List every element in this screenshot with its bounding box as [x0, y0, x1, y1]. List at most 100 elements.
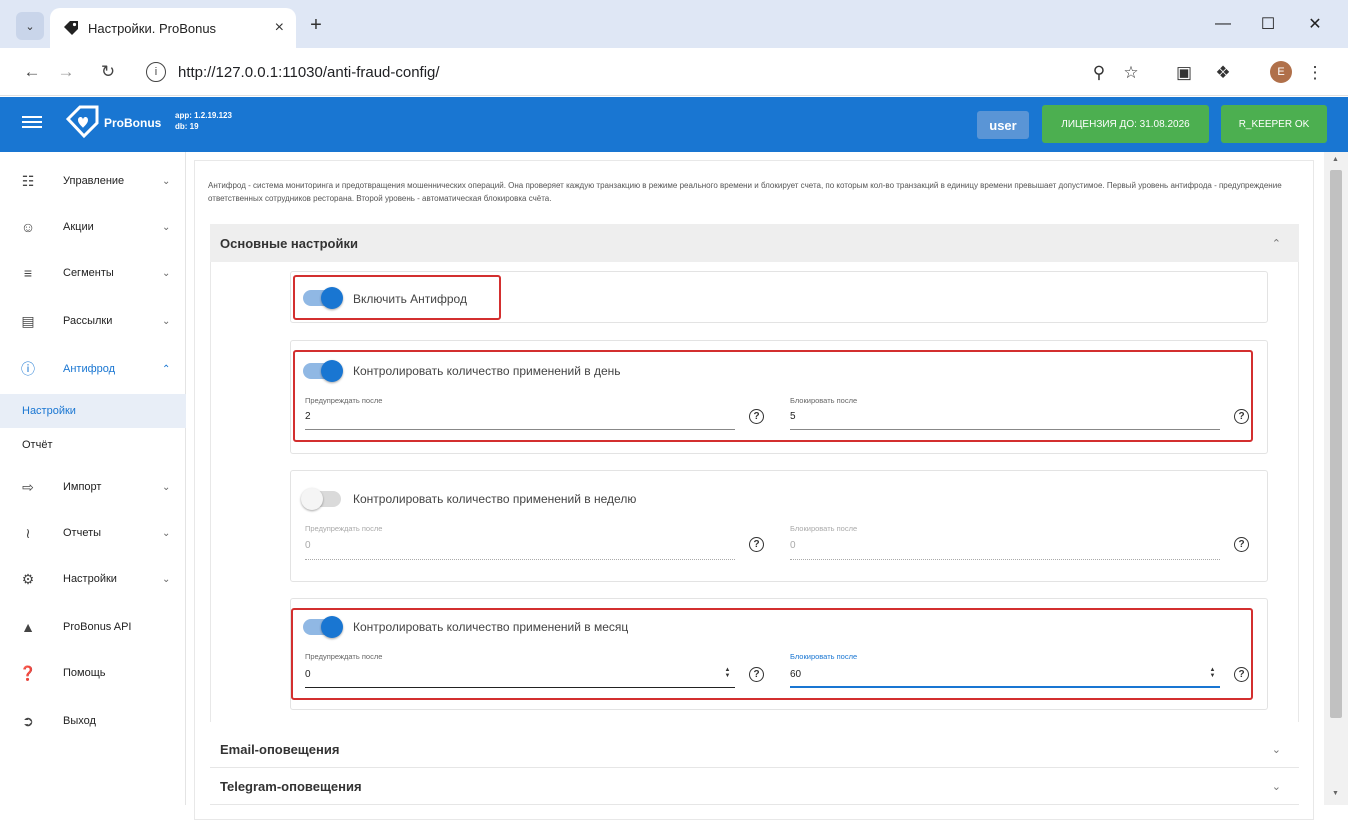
chevron-down-icon: ⌄: [162, 573, 171, 585]
browser-tab[interactable]: Настройки. ProBonus ×: [50, 8, 296, 48]
app-version: app: 1.2.19.123: [175, 111, 232, 120]
tab-search-chevron-icon[interactable]: ⌄: [16, 12, 44, 40]
sidebar-item-label: Рассылки: [63, 315, 113, 327]
chevron-up-icon: ⌃: [162, 363, 171, 375]
sidebar-item-import[interactable]: ⇨ Импорт ⌄: [0, 464, 186, 510]
sidebar-item-segments[interactable]: ≡ Сегменты ⌄: [0, 250, 186, 296]
highlight-box: [293, 350, 1253, 442]
reload-icon[interactable]: ↻: [96, 60, 120, 84]
menu-icon[interactable]: [22, 113, 42, 133]
sidebar-item-mailings[interactable]: ▤ Рассылки ⌄: [0, 298, 186, 344]
sidebar-subitem-settings[interactable]: Настройки: [0, 394, 186, 428]
main-content: Антифрод - система мониторинга и предотв…: [186, 152, 1324, 820]
gear-icon: ⚙: [21, 570, 35, 587]
chevron-down-icon: ⌄: [162, 221, 171, 233]
sidebar-item-label: Антифрод: [63, 363, 116, 375]
weekly-warn-input[interactable]: 0: [305, 540, 311, 551]
sidebar-item-management[interactable]: ☷ Управление ⌄: [0, 158, 186, 204]
weekly-control-label: Контролировать количество применений в н…: [353, 492, 637, 506]
chevron-down-icon: ⌄: [162, 267, 171, 279]
sidebar-item-label: Отчеты: [63, 527, 102, 539]
profile-avatar[interactable]: E: [1270, 61, 1292, 83]
chevron-down-icon: ⌄: [162, 481, 171, 493]
import-icon: ⇨: [22, 478, 34, 495]
screenshot-icon[interactable]: ▣: [1173, 62, 1195, 84]
user-button[interactable]: user: [977, 111, 1029, 139]
sidebar-item-api[interactable]: ▲ ProBonus API: [0, 604, 186, 650]
weekly-block-label: Блокировать после: [790, 524, 858, 533]
chevron-down-icon: ⌄: [162, 175, 171, 187]
weekly-control-toggle[interactable]: [301, 488, 341, 510]
sidebar-item-help[interactable]: ❓ Помощь: [0, 650, 186, 696]
scroll-up-icon[interactable]: ▲: [1332, 156, 1339, 163]
weekly-warn-underline: [305, 559, 735, 560]
api-icon: ▲: [21, 619, 35, 635]
logo-text: ProBonus: [104, 116, 162, 130]
help-icon: ❓: [19, 664, 37, 681]
main-settings-panel-header[interactable]: Основные настройки ⌃: [210, 224, 1299, 262]
sidebar-item-logout[interactable]: ➲ Выход: [0, 698, 186, 744]
sidebar-item-label: Выход: [63, 715, 96, 727]
help-icon[interactable]: ?: [1234, 537, 1249, 552]
forward-icon[interactable]: →: [54, 60, 78, 84]
sidebar-subitem-report[interactable]: Отчёт: [0, 428, 186, 462]
url-field[interactable]: i http://127.0.0.1:11030/anti-fraud-conf…: [136, 56, 1286, 88]
scroll-thumb[interactable]: [1330, 170, 1342, 718]
weekly-block-underline: [790, 559, 1220, 560]
rkeeper-status-button[interactable]: R_KEEPER OK: [1221, 105, 1327, 143]
scroll-down-icon[interactable]: ▼: [1332, 790, 1339, 797]
chart-icon: ≀: [25, 524, 31, 541]
sidebar-item-reports[interactable]: ≀ Отчеты ⌄: [0, 510, 186, 556]
sidebar-item-label: Акции: [63, 221, 94, 233]
panel-title: Основные настройки: [220, 235, 358, 251]
chevron-down-icon: ⌄: [1271, 781, 1281, 793]
chevron-down-icon: ⌄: [1271, 744, 1281, 756]
sidebar-item-label: Помощь: [63, 667, 106, 679]
antifraud-description: Антифрод - система мониторинга и предотв…: [208, 181, 1282, 203]
sidebar-item-label: ProBonus API: [63, 621, 132, 633]
version-info: app: 1.2.19.123 db: 19: [175, 110, 232, 132]
alert-circle-icon: ⓘ: [21, 361, 35, 377]
highlight-box: [293, 275, 501, 320]
tag-icon: [64, 21, 78, 35]
bookmark-star-icon[interactable]: ☆: [1120, 62, 1142, 84]
smile-icon: ☺: [20, 219, 36, 235]
scrollbar[interactable]: ▲ ▼: [1324, 152, 1348, 805]
sidebar-item-settings[interactable]: ⚙ Настройки ⌄: [0, 556, 186, 602]
weekly-warn-label: Предупреждать после: [305, 524, 383, 533]
extensions-icon[interactable]: ❖: [1212, 62, 1234, 84]
main-settings-panel: Включить Антифрод Контролировать количес…: [210, 262, 1299, 722]
minimize-icon[interactable]: —: [1206, 10, 1240, 38]
sidebar-item-antifraud[interactable]: ⓘ Антифрод ⌃: [0, 346, 186, 392]
new-tab-button[interactable]: +: [306, 14, 326, 37]
help-icon[interactable]: ?: [749, 537, 764, 552]
sidebar-item-label: Импорт: [63, 481, 102, 493]
sidebar-item-label: Управление: [63, 175, 125, 187]
sidebar: ☷ Управление ⌄ ☺ Акции ⌄ ≡ Сегменты ⌄ ▤ …: [0, 152, 186, 805]
telegram-notifications-accordion[interactable]: Telegram-оповещения ⌄: [210, 769, 1299, 805]
maximize-icon[interactable]: ☐: [1251, 10, 1285, 38]
newspaper-icon: ▤: [21, 312, 35, 329]
weekly-block-input[interactable]: 0: [790, 540, 796, 551]
browser-tab-bar: ⌄ Настройки. ProBonus × + — ☐ ✕: [0, 0, 1348, 48]
probonus-logo-icon: [65, 105, 99, 139]
chevron-up-icon: ⌃: [1271, 237, 1281, 250]
address-bar: ← → ↻ i http://127.0.0.1:11030/anti-frau…: [0, 48, 1348, 96]
url-text: http://127.0.0.1:11030/anti-fraud-config…: [178, 63, 440, 81]
email-notifications-accordion[interactable]: Email-оповещения ⌄: [210, 732, 1299, 768]
tab-title: Настройки. ProBonus: [88, 20, 217, 36]
site-info-icon[interactable]: i: [146, 62, 166, 82]
zoom-icon[interactable]: ⚲: [1088, 62, 1110, 84]
app-header: ProBonus app: 1.2.19.123 db: 19 user ЛИЦ…: [0, 97, 1348, 152]
accordion-title: Telegram-оповещения: [220, 779, 362, 794]
browser-menu-icon[interactable]: ⋮: [1304, 62, 1326, 84]
accordion-title: Email-оповещения: [220, 742, 340, 757]
clipboard-icon: ☷: [21, 172, 35, 189]
tab-close-icon[interactable]: ×: [275, 19, 284, 37]
back-icon[interactable]: ←: [20, 60, 44, 84]
db-version: db: 19: [175, 122, 199, 131]
sidebar-item-promotions[interactable]: ☺ Акции ⌄: [0, 204, 186, 250]
license-button[interactable]: ЛИЦЕНЗИЯ ДО: 31.08.2026: [1042, 105, 1209, 143]
close-window-icon[interactable]: ✕: [1298, 10, 1332, 38]
logout-icon: ➲: [22, 712, 34, 729]
